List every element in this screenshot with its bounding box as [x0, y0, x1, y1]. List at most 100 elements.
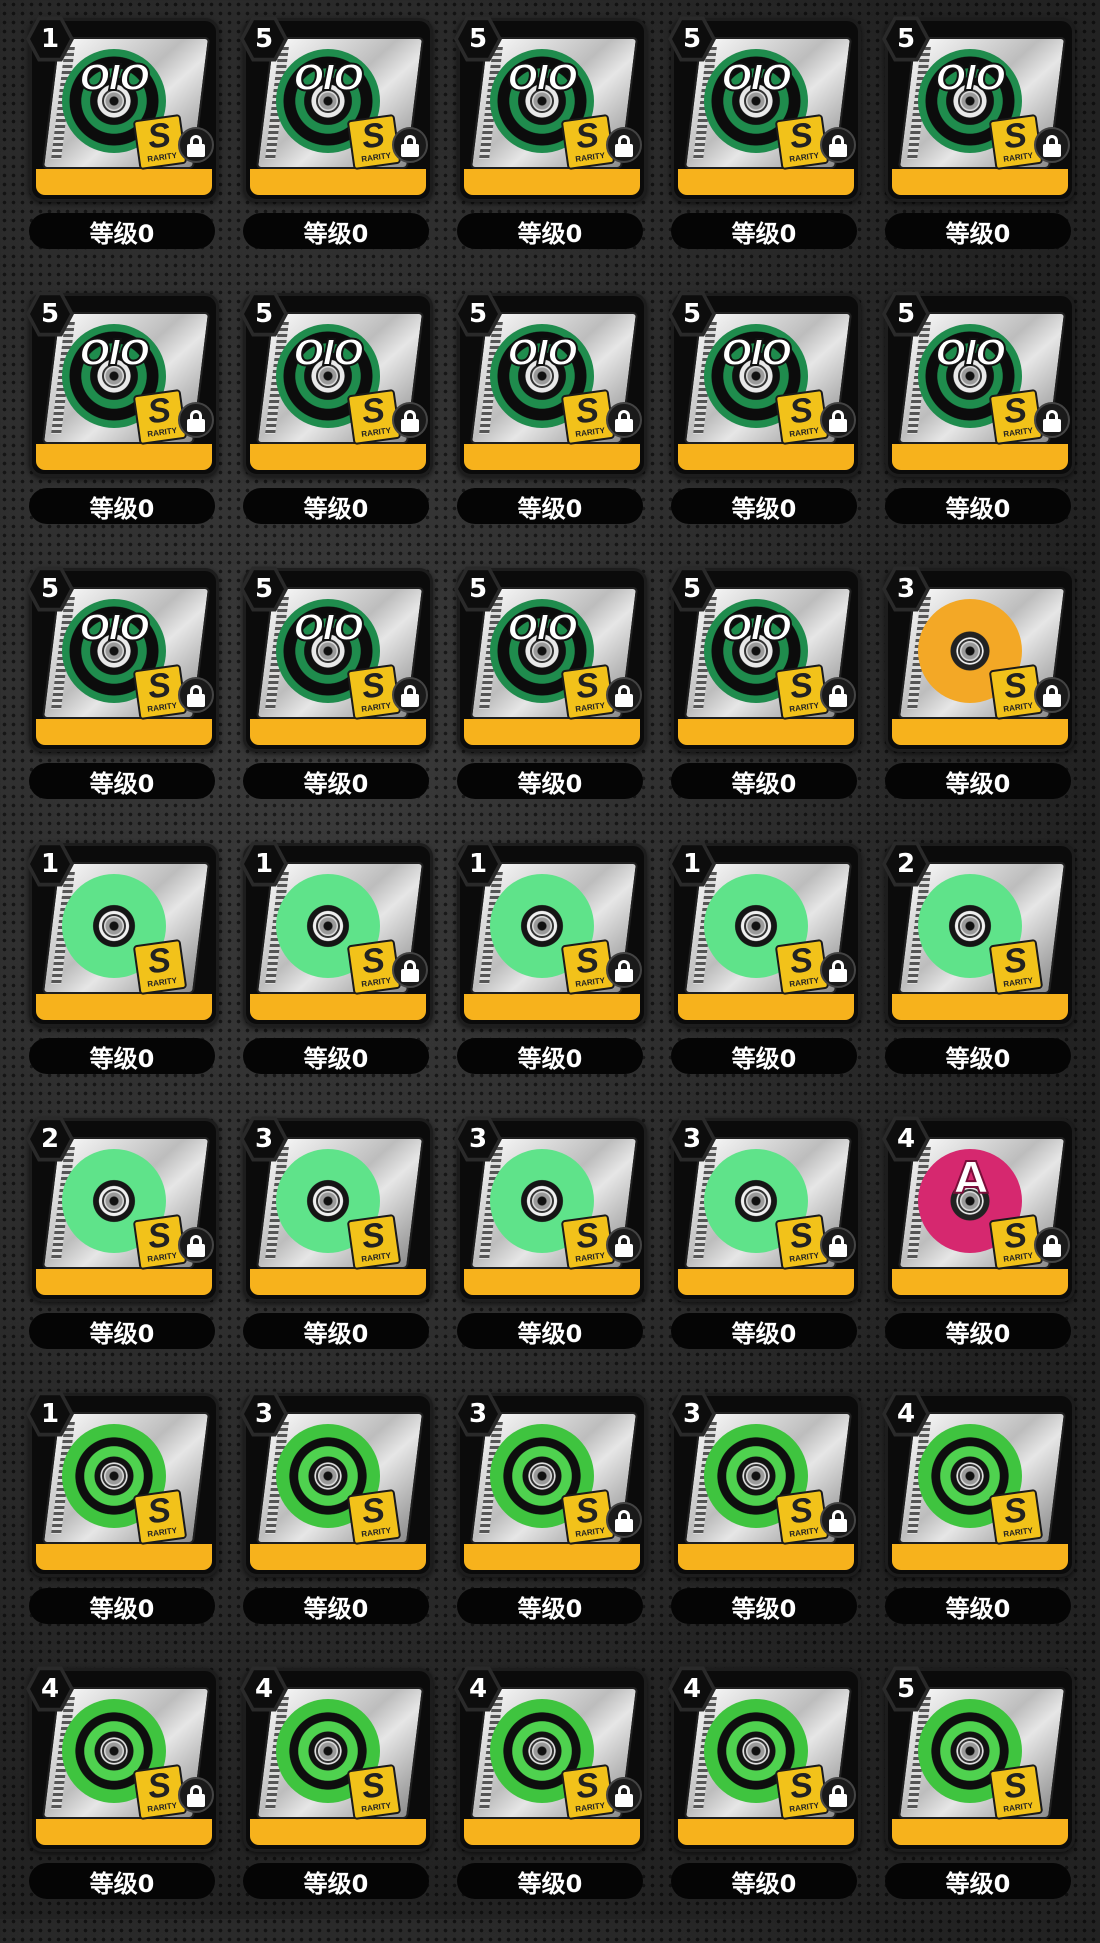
disc-card[interactable]: S RARITY 1 [240, 841, 433, 1027]
level-label: 等级0 [457, 1313, 643, 1349]
badge-number: 5 [244, 570, 284, 608]
lock-icon[interactable] [392, 677, 428, 713]
disc-card[interactable]: S RARITY 1 [454, 841, 647, 1027]
disc-cover-art: OIO [721, 57, 794, 100]
level-label: 等级0 [457, 1038, 643, 1074]
badge-number: 5 [244, 295, 284, 333]
lock-icon[interactable] [820, 1777, 856, 1813]
disc-card[interactable]: S RARITY 5 [882, 1666, 1075, 1852]
lock-icon[interactable] [606, 127, 642, 163]
disc-item: S RARITY 1 等级0 [668, 841, 861, 1118]
lock-icon[interactable] [606, 952, 642, 988]
disc-card[interactable]: S RARITY 2 [882, 841, 1075, 1027]
rarity-tag: S RARITY [988, 938, 1044, 996]
disc-item: OIO S RARITY 5 等级0 [26, 291, 219, 568]
rarity-stripe [892, 1269, 1068, 1295]
lock-icon[interactable] [606, 402, 642, 438]
disc-card[interactable]: OIO S RARITY 5 [26, 291, 219, 477]
lock-icon[interactable] [1034, 677, 1070, 713]
disc-card[interactable]: S RARITY 3 [454, 1116, 647, 1302]
disc-card[interactable]: S RARITY 4 [668, 1666, 861, 1852]
badge-number: 5 [672, 295, 712, 333]
disc-card[interactable]: S RARITY 1 [26, 1391, 219, 1577]
lock-icon[interactable] [606, 1227, 642, 1263]
disc-cover-art [74, 1436, 154, 1486]
disc-item: OIO S RARITY 5 等级0 [668, 566, 861, 843]
disc-item: S RARITY 1 等级0 [26, 1391, 219, 1668]
lock-icon[interactable] [178, 1777, 214, 1813]
disc-card[interactable]: A S RARITY 4 [882, 1116, 1075, 1302]
disc-card[interactable]: OIO S RARITY 5 [454, 16, 647, 202]
disc-card[interactable]: S RARITY 4 [26, 1666, 219, 1852]
lock-icon[interactable] [820, 952, 856, 988]
disc-card[interactable]: OIO S RARITY 5 [668, 291, 861, 477]
disc-item: OIO S RARITY 5 等级0 [454, 291, 647, 568]
disc-card[interactable]: S RARITY 1 [668, 841, 861, 1027]
disc-card[interactable]: OIO S RARITY 5 [668, 566, 861, 752]
disc-item: S RARITY 4 等级0 [240, 1666, 433, 1943]
disc-cover-art: OIO [507, 57, 580, 100]
disc-card[interactable]: S RARITY 4 [882, 1391, 1075, 1577]
lock-icon[interactable] [820, 1227, 856, 1263]
lock-icon[interactable] [178, 1227, 214, 1263]
disc-card[interactable]: OIO S RARITY 1 [26, 16, 219, 202]
level-label: 等级0 [885, 1588, 1071, 1624]
badge-number: 3 [458, 1395, 498, 1433]
disc-item: S RARITY 5 等级0 [882, 1666, 1075, 1943]
disc-item: OIO S RARITY 5 等级0 [882, 291, 1075, 568]
badge-number: 3 [244, 1395, 284, 1433]
lock-icon[interactable] [820, 127, 856, 163]
lock-icon[interactable] [1034, 1227, 1070, 1263]
badge-number: 5 [886, 295, 926, 333]
disc-cover-art [930, 878, 1010, 928]
lock-icon[interactable] [392, 402, 428, 438]
disc-card[interactable]: OIO S RARITY 5 [668, 16, 861, 202]
disc-card[interactable]: S RARITY 3 [454, 1391, 647, 1577]
lock-icon[interactable] [606, 1777, 642, 1813]
disc-card[interactable]: S RARITY 3 [668, 1391, 861, 1577]
disc-card[interactable]: OIO S RARITY 5 [882, 291, 1075, 477]
disc-item: S RARITY 4 等级0 [882, 1391, 1075, 1668]
lock-icon[interactable] [820, 402, 856, 438]
rarity-stripe [250, 719, 426, 745]
disc-card[interactable]: OIO S RARITY 5 [882, 16, 1075, 202]
disc-card[interactable]: S RARITY 4 [240, 1666, 433, 1852]
level-label: 等级0 [29, 213, 215, 249]
lock-icon[interactable] [178, 127, 214, 163]
disc-card[interactable]: S RARITY 3 [882, 566, 1075, 752]
level-label: 等级0 [243, 1313, 429, 1349]
disc-card[interactable]: S RARITY 1 [26, 841, 219, 1027]
disc-cover-art: OIO [293, 332, 366, 375]
disc-card[interactable]: S RARITY 3 [240, 1116, 433, 1302]
disc-card[interactable]: S RARITY 3 [668, 1116, 861, 1302]
lock-icon[interactable] [606, 1502, 642, 1538]
disc-item: S RARITY 4 等级0 [668, 1666, 861, 1943]
disc-card[interactable]: OIO S RARITY 5 [240, 566, 433, 752]
disc-cover-art [74, 878, 154, 928]
disc-card[interactable]: OIO S RARITY 5 [240, 291, 433, 477]
lock-icon[interactable] [392, 952, 428, 988]
disc-card[interactable]: OIO S RARITY 5 [454, 291, 647, 477]
lock-icon[interactable] [820, 677, 856, 713]
disc-card[interactable]: OIO S RARITY 5 [240, 16, 433, 202]
disc-card[interactable]: S RARITY 4 [454, 1666, 647, 1852]
lock-icon[interactable] [178, 677, 214, 713]
lock-icon[interactable] [392, 127, 428, 163]
rarity-stripe [464, 444, 640, 470]
rarity-stripe [464, 1269, 640, 1295]
badge-number: 1 [244, 845, 284, 883]
disc-card[interactable]: OIO S RARITY 5 [454, 566, 647, 752]
lock-icon[interactable] [1034, 127, 1070, 163]
lock-icon[interactable] [1034, 402, 1070, 438]
badge-number: 5 [886, 20, 926, 58]
lock-icon[interactable] [606, 677, 642, 713]
rarity-stripe [36, 169, 212, 195]
disc-item: S RARITY 1 等级0 [454, 841, 647, 1118]
disc-card[interactable]: S RARITY 3 [240, 1391, 433, 1577]
disc-card[interactable]: S RARITY 2 [26, 1116, 219, 1302]
lock-icon[interactable] [178, 402, 214, 438]
rarity-stripe [464, 169, 640, 195]
rarity-tag: S RARITY [346, 1763, 402, 1821]
disc-card[interactable]: OIO S RARITY 5 [26, 566, 219, 752]
lock-icon[interactable] [820, 1502, 856, 1538]
